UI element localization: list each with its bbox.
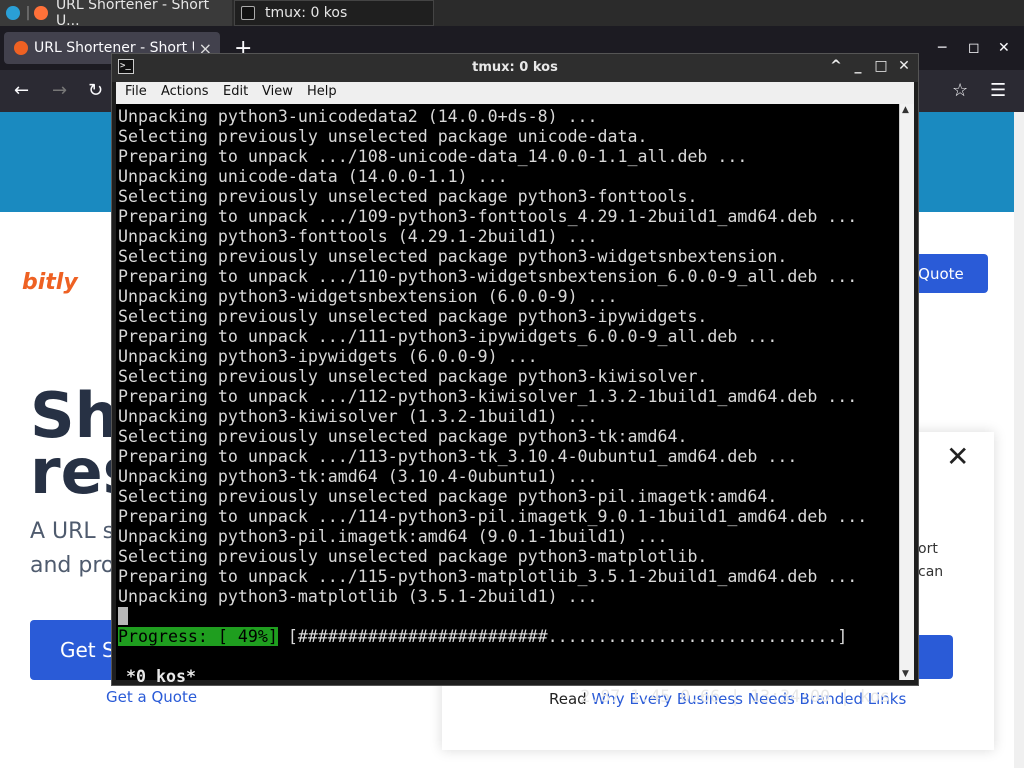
- terminal-line: Selecting previously unselected package …: [118, 307, 708, 326]
- terminal-line: Unpacking python3-kiwisolver (1.3.2-1bui…: [118, 407, 598, 426]
- tmux-status-bar: *0 kos* 2.87 1.45 0.66 | 13:34:00 | kos: [118, 647, 896, 727]
- back-button[interactable]: ←: [14, 80, 29, 101]
- terminal-output[interactable]: Unpacking python3-unicodedata2 (14.0.0+d…: [116, 104, 900, 706]
- close-button[interactable]: ✕: [896, 58, 912, 74]
- hero-subtitle-line: and pro: [30, 553, 115, 578]
- minimize-button[interactable]: _: [850, 58, 866, 74]
- app-menu-button[interactable]: ☰: [990, 80, 1006, 101]
- taskbar: | URL Shortener - Short U... tmux: 0 kos: [0, 0, 1024, 29]
- scroll-up-icon[interactable]: ▲: [902, 105, 909, 115]
- hero-subtitle-line: A URL s: [30, 519, 115, 544]
- terminal-window: >_ tmux: 0 kos ^ _ □ ✕ File Actions Edit…: [111, 53, 919, 706]
- terminal-menubar: File Actions Edit View Help: [116, 82, 914, 104]
- terminal-line: Preparing to unpack .../110-python3-widg…: [118, 267, 858, 286]
- taskbar-item-label: tmux: 0 kos: [265, 5, 348, 21]
- taskbar-item-label: URL Shortener - Short U...: [55, 0, 210, 29]
- terminal-line: Selecting previously unselected package …: [118, 547, 708, 566]
- reload-button[interactable]: ↻: [88, 80, 103, 101]
- separator-icon: |: [25, 5, 31, 21]
- forward-button[interactable]: →: [52, 80, 67, 101]
- page-scrollbar[interactable]: [1014, 112, 1024, 768]
- hero-subtitle: A URL s and pro: [30, 515, 114, 583]
- menu-view[interactable]: View: [262, 84, 293, 99]
- window-maximize-button[interactable]: ◻: [968, 40, 980, 56]
- close-icon[interactable]: ✕: [946, 440, 969, 473]
- firefox-icon: [34, 6, 48, 20]
- terminal-line: Selecting previously unselected package …: [118, 367, 708, 386]
- terminal-scrollbar[interactable]: ▲ ▼: [899, 104, 914, 680]
- terminal-cursor: [118, 607, 128, 625]
- bitly-logo[interactable]: bitly: [22, 270, 78, 295]
- taskbar-item-terminal[interactable]: tmux: 0 kos: [234, 0, 434, 26]
- menu-actions[interactable]: Actions: [161, 84, 209, 99]
- terminal-line: Unpacking python3-widgetsnbextension (6.…: [118, 287, 618, 306]
- menu-edit[interactable]: Edit: [223, 84, 248, 99]
- scroll-down-icon[interactable]: ▼: [902, 669, 909, 679]
- apt-progress-line: Progress: [ 49%] [######################…: [118, 627, 847, 647]
- tmux-window-name[interactable]: *0 kos*: [126, 667, 196, 687]
- terminal-line: Preparing to unpack .../111-python3-ipyw…: [118, 327, 778, 346]
- terminal-titlebar[interactable]: >_ tmux: 0 kos ^ _ □ ✕: [112, 54, 918, 82]
- terminal-line: Selecting previously unselected package …: [118, 427, 688, 446]
- terminal-title: tmux: 0 kos: [472, 60, 558, 75]
- terminal-line: Selecting previously unselected package …: [118, 247, 788, 266]
- terminal-line: Unpacking python3-pil.imagetk:amd64 (9.0…: [118, 527, 668, 546]
- terminal-line: Preparing to unpack .../113-python3-tk_3…: [118, 447, 798, 466]
- window-minimize-button[interactable]: ─: [938, 40, 946, 56]
- terminal-icon: [241, 6, 255, 20]
- terminal-line: Preparing to unpack .../108-unicode-data…: [118, 147, 748, 166]
- progress-bar: [#########################..............…: [277, 627, 848, 646]
- terminal-line: Preparing to unpack .../112-python3-kiwi…: [118, 387, 858, 406]
- terminal-line: Preparing to unpack .../109-python3-font…: [118, 207, 858, 226]
- taskbar-item-browser[interactable]: | URL Shortener - Short U...: [0, 0, 232, 29]
- window-close-button[interactable]: ✕: [998, 40, 1010, 56]
- terminal-line: Unpacking unicode-data (14.0.0-1.1) ...: [118, 167, 508, 186]
- terminal-line: Selecting previously unselected package …: [118, 127, 648, 146]
- tmux-status-right: 2.87 1.45 0.66 | 13:34:00 | kos: [580, 687, 890, 706]
- maximize-button[interactable]: □: [873, 58, 889, 74]
- terminal-line: Unpacking python3-ipywidgets (6.0.0-9) .…: [118, 347, 538, 366]
- menu-help[interactable]: Help: [307, 84, 337, 99]
- progress-label: Progress: [ 49%]: [118, 627, 278, 646]
- card-text-line: ort: [918, 541, 938, 557]
- card-text-line: can: [918, 564, 944, 580]
- terminal-line: Unpacking python3-fonttools (4.29.1-2bui…: [118, 227, 598, 246]
- terminal-line: Unpacking python3-tk:amd64 (3.10.4-0ubun…: [118, 467, 598, 486]
- card-text: ort can: [918, 538, 943, 584]
- terminal-lines: Unpacking python3-unicodedata2 (14.0.0+d…: [118, 107, 867, 607]
- app-launcher-icon[interactable]: [6, 6, 20, 20]
- terminal-line: Selecting previously unselected package …: [118, 487, 778, 506]
- terminal-line: Unpacking python3-unicodedata2 (14.0.0+d…: [118, 107, 598, 126]
- bitly-favicon-icon: [14, 41, 28, 55]
- terminal-line: Preparing to unpack .../115-python3-matp…: [118, 567, 858, 586]
- terminal-line: Unpacking python3-matplotlib (3.5.1-2bui…: [118, 587, 598, 606]
- shade-window-button[interactable]: ^: [828, 58, 844, 74]
- terminal-line: Preparing to unpack .../114-python3-pil.…: [118, 507, 868, 526]
- terminal-line: Selecting previously unselected package …: [118, 187, 698, 206]
- bookmark-star-icon[interactable]: ☆: [952, 80, 968, 101]
- menu-file[interactable]: File: [125, 84, 147, 99]
